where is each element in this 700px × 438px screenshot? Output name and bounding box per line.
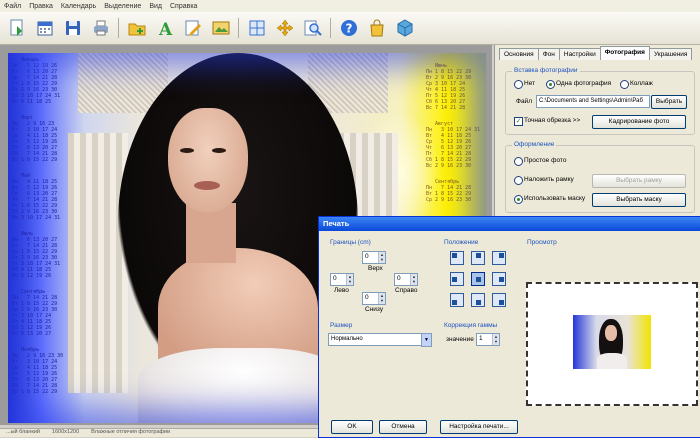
settings-panel: Основния Фон Настройки Фотография Украше…: [494, 45, 700, 220]
radio-single-photo[interactable]: [546, 80, 555, 89]
menu-help[interactable]: Справка: [166, 3, 201, 10]
calendar-icon[interactable]: [34, 17, 56, 39]
position-top-left[interactable]: [450, 251, 464, 265]
position-center[interactable]: [471, 272, 485, 286]
radio-use-mask[interactable]: [514, 195, 523, 204]
margin-left-label: Лево: [334, 287, 349, 294]
margin-top-label: Верх: [368, 265, 383, 272]
radio-simple-photo[interactable]: [514, 157, 523, 166]
margin-bottom-value: 0: [365, 294, 369, 301]
picture-icon[interactable]: [210, 17, 232, 39]
new-document-icon[interactable]: [6, 17, 28, 39]
position-middle-left[interactable]: [450, 272, 464, 286]
help-icon[interactable]: ?: [338, 17, 360, 39]
settings-tabs: Основния Фон Настройки Фотография Украше…: [499, 46, 693, 60]
dialog-title[interactable]: Печать: [319, 217, 700, 231]
gamma-value: 1: [479, 335, 483, 342]
crop-photo-button[interactable]: Кадрирование фото: [592, 115, 686, 129]
gamma-label: значение: [446, 336, 474, 343]
radio-overlay-frame[interactable]: [514, 176, 523, 185]
gamma-title: Коррекция гаммы: [444, 322, 498, 329]
position-middle-right[interactable]: [492, 272, 506, 286]
ok-button[interactable]: OK: [331, 420, 373, 434]
margin-left-value: 0: [333, 275, 337, 282]
choose-file-button[interactable]: Выбрать: [651, 95, 687, 109]
spin-arrows-icon[interactable]: ▲ ▼: [346, 274, 353, 285]
radio-collage-label: Коллаж: [630, 80, 653, 87]
gamma-stepper[interactable]: 1 ▲ ▼: [476, 333, 500, 346]
margins-title: Границы (cm): [330, 239, 371, 246]
precise-crop-label: Точная обрезка >>: [524, 117, 581, 124]
margin-bottom-stepper[interactable]: 0 ▲ ▼: [362, 292, 386, 305]
print-setup-button[interactable]: Настройка печати...: [440, 420, 518, 434]
zoom-icon[interactable]: [302, 17, 324, 39]
radio-collage[interactable]: [620, 80, 629, 89]
precise-crop-checkbox[interactable]: ✓: [514, 117, 523, 126]
radio-single-photo-label: Одна фотография: [556, 80, 612, 87]
add-image-icon[interactable]: [126, 17, 148, 39]
margin-bottom-label: Снизу: [365, 306, 384, 313]
menu-calendar[interactable]: Календарь: [57, 3, 100, 10]
radio-none-label: Нет: [524, 80, 536, 87]
spin-arrows-icon[interactable]: ▲ ▼: [410, 274, 417, 285]
svg-text:A: A: [158, 20, 173, 37]
size-title: Размер: [330, 322, 353, 329]
print-icon[interactable]: [90, 17, 112, 39]
margin-left-stepper[interactable]: 0 ▲ ▼: [330, 273, 354, 286]
file-label: Файл: [516, 98, 532, 105]
position-title: Положение: [444, 239, 479, 246]
position-top-center[interactable]: [471, 251, 485, 265]
group-title: Оформление: [512, 141, 557, 148]
file-path-input[interactable]: C:\Documents and Settings\Admin\Раб: [536, 95, 650, 108]
menu-view[interactable]: Вид: [145, 3, 166, 10]
preview-thumbnail: [573, 315, 651, 369]
spin-arrows-icon[interactable]: ▲ ▼: [492, 334, 499, 345]
preview-title: Просмотр: [527, 239, 557, 246]
photo-insert-group: Вставка фотографии Нет Одна фотография К…: [505, 67, 695, 135]
move-icon[interactable]: [274, 17, 296, 39]
svg-text:?: ?: [346, 22, 353, 36]
bag-icon[interactable]: [366, 17, 388, 39]
edit-icon[interactable]: [182, 17, 204, 39]
position-bottom-center[interactable]: [471, 293, 485, 307]
save-icon[interactable]: [62, 17, 84, 39]
tab-photo[interactable]: Фотография: [599, 46, 650, 60]
position-top-right[interactable]: [492, 251, 506, 265]
tab-settings[interactable]: Настройки: [558, 48, 601, 60]
chevron-down-icon[interactable]: ▼: [421, 333, 432, 347]
margin-right-stepper[interactable]: 0 ▲ ▼: [394, 273, 418, 286]
choose-mask-button[interactable]: Выбрать маску: [592, 193, 686, 207]
margin-right-label: Справо: [395, 287, 418, 294]
menu-file[interactable]: Файл: [0, 3, 25, 10]
choose-frame-button[interactable]: Выбрать рамку: [592, 174, 686, 188]
tab-background[interactable]: Фон: [537, 48, 560, 60]
margin-right-value: 0: [397, 275, 401, 282]
package-icon[interactable]: [394, 17, 416, 39]
radio-none[interactable]: [514, 80, 523, 89]
radio-use-mask-label: Использовать маску: [524, 195, 586, 202]
position-grid: [450, 251, 510, 311]
margin-top-stepper[interactable]: 0 ▲ ▼: [362, 251, 386, 264]
spin-arrows-icon[interactable]: ▲ ▼: [378, 252, 385, 263]
position-bottom-right[interactable]: [492, 293, 506, 307]
group-title: Вставка фотографии: [512, 67, 580, 74]
text-icon[interactable]: A: [154, 17, 176, 39]
radio-overlay-frame-label: Наложить рамку: [524, 176, 574, 183]
radio-simple-photo-label: Простое фото: [524, 157, 567, 164]
size-select[interactable]: Нормально: [328, 333, 432, 346]
spin-arrows-icon[interactable]: ▲ ▼: [378, 293, 385, 304]
margin-top-value: 0: [365, 253, 369, 260]
menu-edit[interactable]: Правка: [25, 3, 57, 10]
print-preview: [526, 282, 698, 406]
toolbar: A ?: [0, 12, 700, 45]
position-bottom-left[interactable]: [450, 293, 464, 307]
cancel-button[interactable]: Отмена: [379, 420, 427, 434]
design-group: Оформление Простое фото Наложить рамку В…: [505, 141, 695, 213]
menu-selection[interactable]: Выделение: [100, 3, 145, 10]
tab-basic[interactable]: Основния: [499, 48, 539, 60]
tab-decorations[interactable]: Украшения: [648, 48, 693, 60]
grid-icon[interactable]: [246, 17, 268, 39]
